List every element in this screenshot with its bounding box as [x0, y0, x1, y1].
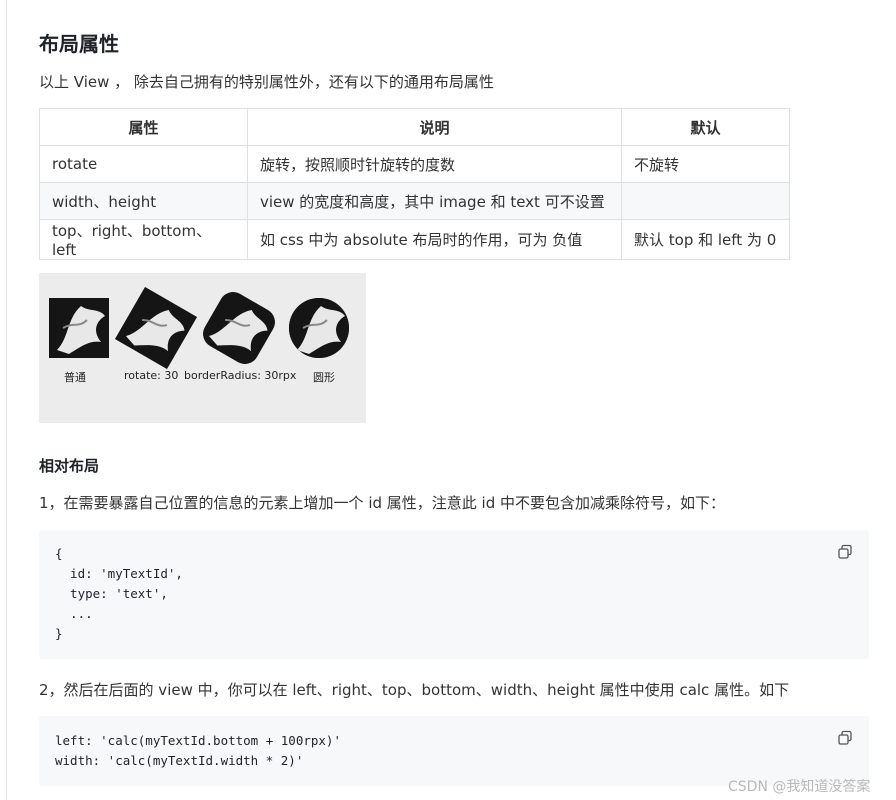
table-row: top、right、bottom、left 如 css 中为 absolute …: [39, 219, 790, 260]
cell-description: 旋转，按照顺时针旋转的度数: [247, 145, 622, 183]
copy-icon[interactable]: [837, 544, 853, 560]
caption-rotate: rotate: 30: [124, 369, 179, 382]
copy-icon[interactable]: [837, 730, 853, 746]
code-line: type: 'text',: [55, 586, 168, 601]
code-line: width: 'calc(myTextId.width * 2)': [55, 753, 304, 768]
page-left-border: [6, 0, 7, 800]
layout-demo-image: 普通 rotate: 30 borderRadius: 30rpx 圆形: [39, 273, 366, 423]
cell-description: view 的宽度和高度，其中 image 和 text 可不设置: [247, 182, 622, 220]
header-default: 默认: [621, 108, 790, 146]
code-line: {: [55, 546, 63, 561]
demo-image-circle: [289, 298, 349, 358]
code-line: }: [55, 626, 63, 641]
header-description: 说明: [247, 108, 622, 146]
code-line: left: 'calc(myTextId.bottom + 100rpx)': [55, 733, 341, 748]
table-header-row: 属性 说明 默认: [39, 108, 790, 146]
cell-property: rotate: [39, 145, 248, 183]
cell-description: 如 css 中为 absolute 布局时的作用，可为 负值: [247, 219, 622, 260]
demo-image-border-radius: [198, 287, 280, 369]
step2-text: 2，然后在后面的 view 中，你可以在 left、right、top、bott…: [39, 681, 790, 699]
cell-default: [621, 182, 790, 220]
cell-default: 不旋转: [621, 145, 790, 183]
demo-image-normal: [49, 298, 109, 358]
caption-border-radius: borderRadius: 30rpx: [184, 369, 297, 382]
header-property: 属性: [39, 108, 248, 146]
caption-circle: 圆形: [313, 371, 335, 384]
code-line: id: 'myTextId',: [55, 566, 183, 581]
watermark: CSDN @我知道没答案: [728, 779, 871, 795]
code-line: ...: [55, 606, 93, 621]
cell-property: top、right、bottom、left: [39, 219, 248, 260]
table-row: rotate 旋转，按照顺时针旋转的度数 不旋转: [39, 145, 790, 183]
step1-text: 1，在需要暴露自己位置的信息的元素上增加一个 id 属性，注意此 id 中不要包…: [39, 494, 725, 512]
intro-text: 以上 View ， 除去自己拥有的特别属性外，还有以下的通用布局属性: [39, 73, 494, 91]
cell-default: 默认 top 和 left 为 0: [621, 219, 790, 260]
section-title: 布局属性: [39, 32, 119, 56]
layout-properties-table: 属性 说明 默认 rotate 旋转，按照顺时针旋转的度数 不旋转 width、…: [39, 108, 790, 260]
demo-image-rotated: [115, 287, 197, 369]
cell-property: width、height: [39, 182, 248, 220]
table-row: width、height view 的宽度和高度，其中 image 和 text…: [39, 182, 790, 220]
caption-normal: 普通: [64, 371, 86, 384]
code-block-1: { id: 'myTextId', type: 'text', ... }: [39, 530, 869, 659]
relative-layout-title: 相对布局: [39, 457, 100, 475]
